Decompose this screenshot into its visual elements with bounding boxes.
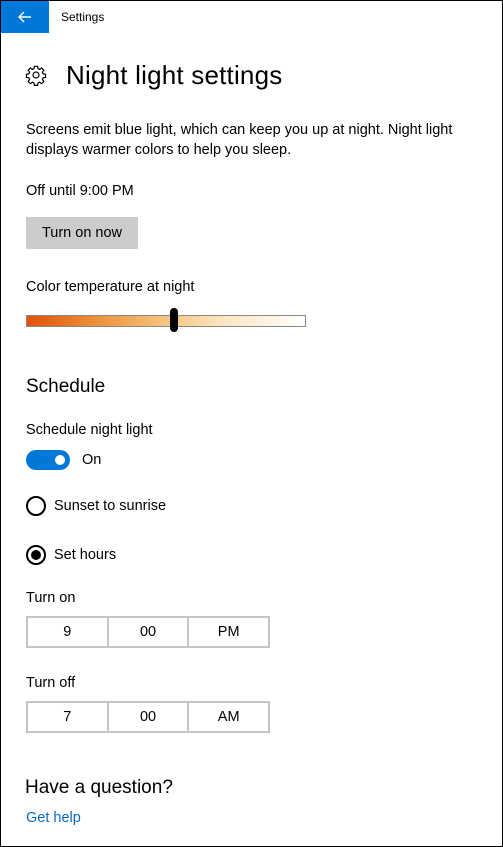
turn-on-hour[interactable]: 9: [28, 618, 109, 646]
radio-set-hours[interactable]: [26, 545, 46, 565]
description-text: Screens emit blue light, which can keep …: [26, 122, 453, 158]
color-temperature-slider-thumb[interactable]: [170, 308, 179, 332]
radio-set-hours-label[interactable]: Set hours: [54, 547, 116, 563]
turn-off-minute[interactable]: 00: [109, 703, 190, 731]
help-heading: Have a question?: [25, 777, 173, 798]
turn-off-label: Turn off: [26, 675, 76, 691]
color-temperature-label: Color temperature at night: [26, 279, 195, 295]
turn-off-hour[interactable]: 7: [28, 703, 109, 731]
turn-off-period[interactable]: AM: [189, 703, 268, 731]
page-title: Night light settings: [66, 59, 283, 90]
schedule-heading: Schedule: [26, 376, 106, 397]
radio-sunset-to-sunrise[interactable]: [26, 496, 46, 516]
turn-on-minute[interactable]: 00: [109, 618, 190, 646]
schedule-toggle-label: Schedule night light: [26, 422, 153, 438]
app-title: Settings: [61, 10, 105, 24]
turn-on-label: Turn on: [26, 590, 76, 606]
back-arrow-icon: [18, 11, 31, 23]
turn-on-now-button[interactable]: Turn on now: [26, 217, 138, 249]
radio-sunset-to-sunrise-label[interactable]: Sunset to sunrise: [54, 498, 166, 514]
schedule-toggle[interactable]: [26, 450, 70, 470]
status-text: Off until 9:00 PM: [26, 183, 134, 199]
turn-on-period[interactable]: PM: [189, 618, 268, 646]
page-header: Night light settings: [25, 59, 282, 91]
back-button[interactable]: [1, 1, 49, 33]
turn-off-time-picker[interactable]: 7 00 AM: [26, 701, 270, 733]
turn-on-time-picker[interactable]: 9 00 PM: [26, 616, 270, 648]
color-temperature-slider[interactable]: [26, 315, 306, 327]
toggle-knob: [55, 455, 65, 465]
title-bar: Settings: [1, 1, 502, 33]
settings-window: Settings Night light settings Screens em…: [0, 0, 503, 847]
toggle-state-text: On: [82, 452, 102, 468]
gear-icon: [25, 65, 47, 86]
get-help-link[interactable]: Get help: [26, 810, 81, 826]
